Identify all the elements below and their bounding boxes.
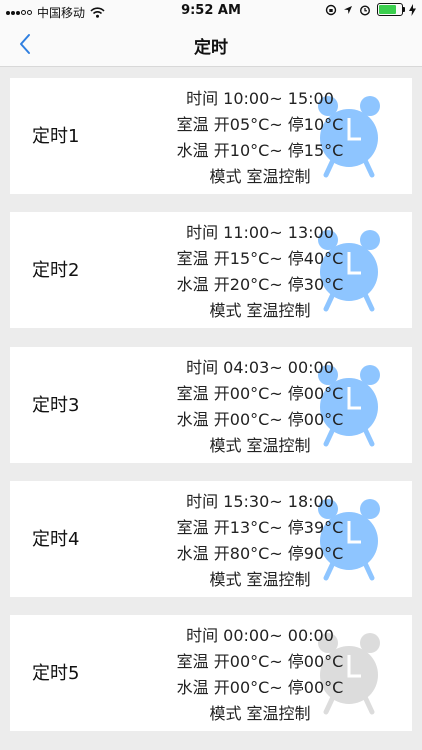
alarm-icon bbox=[359, 4, 371, 16]
water-temp-range: 水温 开20°C~ 停30°C bbox=[176, 275, 344, 294]
timer-card-4[interactable]: 定时4 时间 15:30~ 18:00 室温 开13°C~ 停39°C 水温 开… bbox=[10, 481, 412, 597]
timer-card-2[interactable]: 定时2 时间 11:00~ 13:00 室温 开15°C~ 停40°C 水温 开… bbox=[10, 212, 412, 328]
time-range: 时间 00:00~ 00:00 bbox=[186, 626, 334, 645]
timer-card-5[interactable]: 定时5 时间 00:00~ 00:00 室温 开00°C~ 停00°C 水温 开… bbox=[10, 615, 412, 731]
mode-label: 模式 室温控制 bbox=[209, 436, 311, 455]
mode-label: 模式 室温控制 bbox=[209, 704, 311, 723]
timer-label: 定时5 bbox=[32, 663, 80, 684]
mode-label: 模式 室温控制 bbox=[209, 301, 311, 320]
water-temp-range: 水温 开10°C~ 停15°C bbox=[176, 141, 344, 160]
timer-details: 时间 10:00~ 15:00 室温 开05°C~ 停10°C 水温 开10°C… bbox=[160, 86, 360, 190]
room-temp-range: 室温 开13°C~ 停39°C bbox=[176, 518, 344, 537]
timer-card-3[interactable]: 定时3 时间 04:03~ 00:00 室温 开00°C~ 停00°C 水温 开… bbox=[10, 347, 412, 463]
room-temp-range: 室温 开05°C~ 停10°C bbox=[176, 115, 344, 134]
timer-details: 时间 15:30~ 18:00 室温 开13°C~ 停39°C 水温 开80°C… bbox=[160, 489, 360, 593]
water-temp-range: 水温 开80°C~ 停90°C bbox=[176, 544, 344, 563]
room-temp-range: 室温 开00°C~ 停00°C bbox=[176, 652, 344, 671]
status-right bbox=[325, 3, 416, 16]
timer-card-1[interactable]: 定时1 时间 10:00~ 15:00 室温 开05°C~ 停10°C 水温 开… bbox=[10, 78, 412, 194]
mode-label: 模式 室温控制 bbox=[209, 167, 311, 186]
time-range: 时间 15:30~ 18:00 bbox=[186, 492, 334, 511]
timer-label: 定时2 bbox=[32, 260, 80, 281]
location-icon bbox=[344, 5, 352, 14]
battery-icon bbox=[377, 3, 405, 16]
time-range: 时间 04:03~ 00:00 bbox=[186, 358, 334, 377]
status-bar: 中国移动 9:52 AM bbox=[0, 0, 422, 22]
timer-label: 定时3 bbox=[32, 395, 80, 416]
water-temp-range: 水温 开00°C~ 停00°C bbox=[176, 678, 344, 697]
page-title: 定时 bbox=[194, 38, 228, 58]
timer-details: 时间 04:03~ 00:00 室温 开00°C~ 停00°C 水温 开00°C… bbox=[160, 355, 360, 459]
time-range: 时间 11:00~ 13:00 bbox=[186, 223, 334, 242]
timer-label: 定时1 bbox=[32, 126, 80, 147]
orientation-lock-icon bbox=[325, 4, 337, 15]
mode-label: 模式 室温控制 bbox=[209, 570, 311, 589]
timer-details: 时间 11:00~ 13:00 室温 开15°C~ 停40°C 水温 开20°C… bbox=[160, 220, 360, 324]
timer-label: 定时4 bbox=[32, 529, 80, 550]
water-temp-range: 水温 开00°C~ 停00°C bbox=[176, 410, 344, 429]
timer-details: 时间 00:00~ 00:00 室温 开00°C~ 停00°C 水温 开00°C… bbox=[160, 623, 360, 727]
time-range: 时间 10:00~ 15:00 bbox=[186, 89, 334, 108]
charging-icon bbox=[409, 3, 416, 16]
room-temp-range: 室温 开00°C~ 停00°C bbox=[176, 384, 344, 403]
navigation-bar: 定时 bbox=[0, 22, 422, 67]
room-temp-range: 室温 开15°C~ 停40°C bbox=[176, 249, 344, 268]
